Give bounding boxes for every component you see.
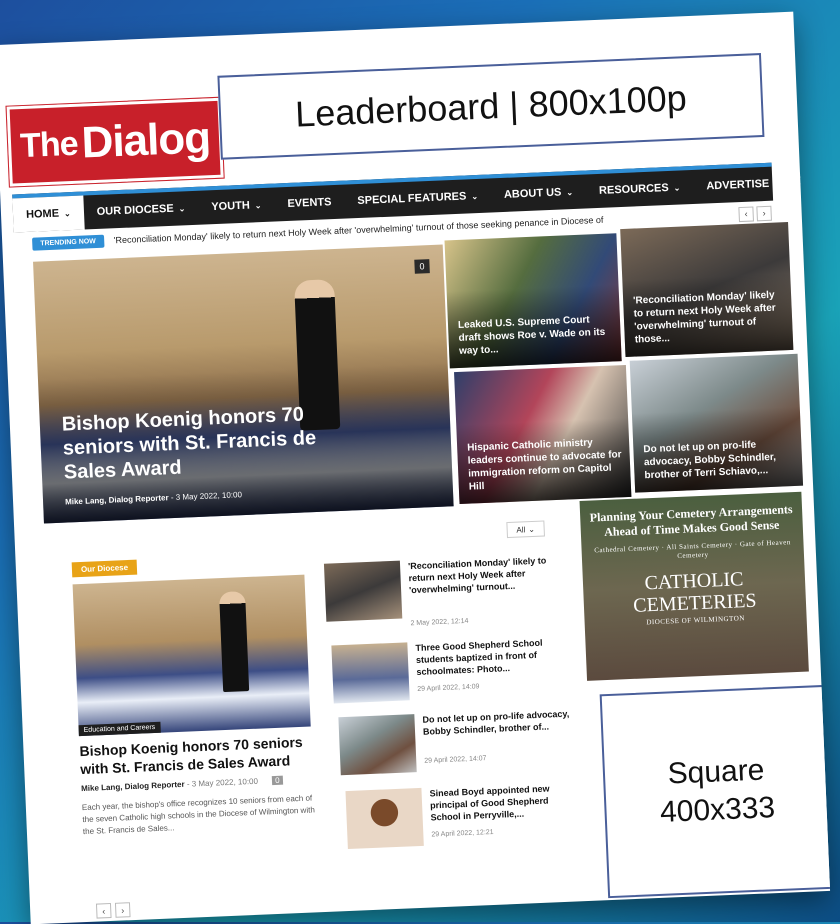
chevron-down-icon: ⌄: [471, 191, 479, 201]
main-article-meta: Mike Lang, Dialog Reporter - 3 May 2022,…: [81, 774, 321, 793]
trending-prev-button[interactable]: ‹: [738, 205, 754, 222]
nav-item-our-diocese[interactable]: OUR DIOCESE ⌄: [83, 191, 199, 230]
leaderboard-ad-placeholder[interactable]: Leaderboard | 800x100p: [217, 53, 765, 160]
tile-title[interactable]: Leaked U.S. Supreme Court draft shows Ro…: [458, 313, 613, 358]
hero-article[interactable]: 0 Bishop Koenig honors 70 seniors with S…: [33, 244, 454, 524]
category-badge[interactable]: Our Diocese: [71, 559, 138, 578]
list-item-date: 29 April 2022, 14:09: [417, 683, 480, 693]
nav-item-events[interactable]: EVENTS: [274, 185, 345, 222]
square-ad-placeholder[interactable]: Square 400x333: [599, 684, 831, 899]
list-item-thumbnail[interactable]: [338, 714, 417, 776]
image-category-tag[interactable]: Education and Careers: [78, 721, 161, 737]
list-item-date: 2 May 2022, 12:14: [410, 617, 469, 628]
list-item[interactable]: Do not let up on pro-life advocacy, Bobb…: [338, 707, 590, 777]
nav-label: EVENTS: [287, 196, 332, 210]
featured-tile-reconciliation[interactable]: 'Reconciliation Monday' likely to return…: [620, 222, 794, 357]
main-image-figure: [219, 591, 250, 693]
nav-item-home[interactable]: HOME ⌄: [12, 195, 85, 233]
nav-label: ADVERTISE: [706, 177, 770, 193]
hero-meta: Mike Lang, Dialog Reporter - 3 May 2022,…: [65, 490, 242, 506]
divider: [96, 905, 587, 924]
leaderboard-label: Leaderboard | 800x100p: [294, 77, 688, 135]
chevron-down-icon: ⌄: [673, 183, 681, 193]
list-item-title[interactable]: Sinead Boyd appointed new principal of G…: [429, 781, 578, 823]
logo-name: Dialog: [80, 113, 211, 168]
nav-item-resources[interactable]: RESOURCES ⌄: [585, 170, 694, 208]
nav-label: RESOURCES: [598, 182, 669, 197]
list-item-thumbnail[interactable]: [345, 787, 424, 850]
list-item-title[interactable]: 'Reconciliation Monday' likely to return…: [408, 554, 557, 596]
main-article-title[interactable]: Bishop Koenig honors 70 seniors with St.…: [79, 732, 320, 778]
nav-label: ABOUT US: [503, 186, 562, 201]
nav-item-about-us[interactable]: ABOUT US ⌄: [490, 174, 586, 212]
filter-value: All: [516, 524, 526, 535]
featured-tile-roe[interactable]: Leaked U.S. Supreme Court draft shows Ro…: [444, 233, 622, 369]
list-item-date: 29 April 2022, 12:21: [431, 828, 494, 839]
list-item[interactable]: Three Good Shepherd School students bapt…: [331, 635, 583, 705]
tile-title[interactable]: 'Reconciliation Monday' likely to return…: [633, 288, 785, 346]
square-label: Square: [666, 753, 766, 791]
comment-count-badge[interactable]: 0: [271, 775, 283, 786]
list-item[interactable]: 'Reconciliation Monday' likely to return…: [323, 553, 576, 627]
category-filter-select[interactable]: All ⌄: [506, 520, 545, 539]
chevron-down-icon: ⌄: [528, 524, 536, 534]
list-item-title[interactable]: Do not let up on pro-life advocacy, Bobb…: [422, 708, 571, 738]
main-article-image[interactable]: Education and Careers: [72, 574, 311, 737]
logo-the: The: [19, 124, 79, 165]
featured-tile-pro-life[interactable]: Do not let up on pro-life advocacy, Bobb…: [629, 353, 804, 493]
hero-date: - 3 May 2022, 10:00: [170, 490, 243, 503]
ad-brand: CATHOLIC CEMETERIES: [632, 568, 757, 617]
nav-label: YOUTH: [211, 199, 251, 214]
main-author[interactable]: Mike Lang, Dialog Reporter: [81, 780, 185, 793]
hero-author[interactable]: Mike Lang, Dialog Reporter: [65, 493, 169, 506]
search-icon[interactable]: [782, 174, 823, 192]
list-item-date: 29 April 2022, 14:07: [424, 755, 487, 765]
prev-page-button[interactable]: ‹: [95, 902, 112, 919]
main-article-excerpt: Each year, the bishop's office recognize…: [81, 793, 315, 837]
main-date: - 3 May 2022, 10:00: [186, 776, 259, 789]
hero-title[interactable]: Bishop Koenig honors 70 seniors with St.…: [61, 400, 364, 484]
chevron-down-icon: ⌄: [254, 200, 262, 210]
catholic-cemeteries-ad[interactable]: Planning Your Cemetery Arrangements Ahea…: [579, 491, 809, 681]
featured-tile-hispanic-ministry[interactable]: Hispanic Catholic ministry leaders conti…: [454, 364, 632, 505]
tile-title[interactable]: Do not let up on pro-life advocacy, Bobb…: [643, 437, 795, 482]
chevron-down-icon: ⌄: [178, 203, 186, 214]
list-item-thumbnail[interactable]: [331, 642, 410, 704]
list-item-title[interactable]: Three Good Shepherd School students bapt…: [415, 636, 564, 678]
nav-item-advertise[interactable]: ADVERTISE: [693, 166, 783, 204]
comment-count-badge[interactable]: 0: [414, 259, 430, 274]
next-page-button[interactable]: ›: [114, 902, 131, 918]
nav-label: SPECIAL FEATURES: [357, 190, 467, 208]
list-item-thumbnail[interactable]: [323, 560, 403, 622]
ad-headline: Planning Your Cemetery Arrangements Ahea…: [589, 502, 793, 540]
nav-item-special-features[interactable]: SPECIAL FEATURES ⌄: [344, 178, 492, 218]
ad-cemetery-list: Cathedral Cemetery · All Saints Cemetery…: [594, 538, 791, 560]
list-item[interactable]: Sinead Boyd appointed new principal of G…: [345, 781, 597, 851]
chevron-down-icon: ⌄: [63, 208, 71, 218]
square-size: 400x333: [659, 791, 776, 829]
nav-label: HOME: [25, 207, 60, 221]
site-logo[interactable]: The Dialog: [5, 96, 225, 188]
trending-badge: TRENDING NOW: [32, 234, 105, 251]
screenshot-page: The Dialog Leaderboard | 800x100p HOME ⌄…: [0, 11, 831, 924]
tile-title[interactable]: Hispanic Catholic ministry leaders conti…: [467, 435, 623, 493]
nav-label: OUR DIOCESE: [96, 202, 174, 218]
trending-next-button[interactable]: ›: [756, 205, 772, 221]
nav-item-youth[interactable]: YOUTH ⌄: [198, 188, 276, 225]
section-pager: ‹ ›: [95, 902, 131, 919]
chevron-down-icon: ⌄: [566, 187, 574, 197]
